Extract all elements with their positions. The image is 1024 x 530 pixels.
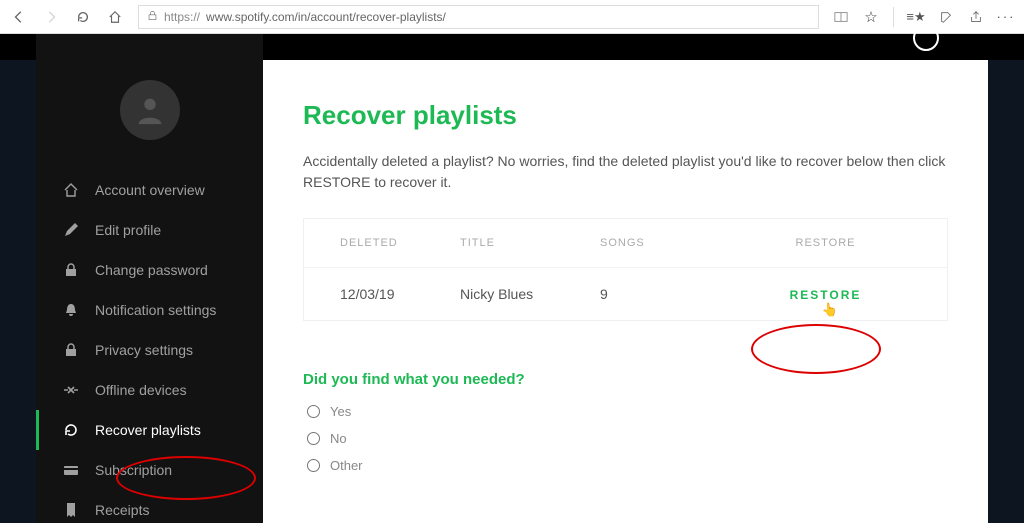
sidebar-item-edit-profile[interactable]: Edit profile [36, 210, 263, 250]
lock-icon [147, 10, 158, 24]
feedback-option-yes[interactable]: Yes [303, 404, 948, 419]
radio-yes[interactable] [307, 405, 320, 418]
pointer-cursor-icon: 👆 [821, 302, 839, 318]
profile-avatar[interactable] [120, 80, 180, 140]
col-songs: SONGS [600, 237, 740, 249]
sidebar-item-offline-devices[interactable]: Offline devices [36, 370, 263, 410]
bell-icon [63, 302, 79, 318]
home-icon [63, 182, 79, 198]
main-content: Recover playlists Accidentally deleted a… [263, 60, 988, 523]
sidebar-item-label: Edit profile [95, 222, 161, 238]
sidebar-item-subscription[interactable]: Subscription [36, 450, 263, 490]
sidebar-item-privacy-settings[interactable]: Privacy settings [36, 330, 263, 370]
sidebar-item-label: Offline devices [95, 382, 187, 398]
favorites-list-icon[interactable]: ≡★ [908, 9, 924, 25]
col-restore: RESTORE [740, 237, 911, 249]
page-title: Recover playlists [303, 100, 948, 131]
browser-chrome: https:// www.spotify.com/in/account/recov… [0, 0, 1024, 34]
sidebar-item-label: Privacy settings [95, 342, 193, 358]
sidebar-item-label: Subscription [95, 462, 172, 478]
sidebar-item-change-password[interactable]: Change password [36, 250, 263, 290]
feedback-option-other[interactable]: Other [303, 458, 948, 473]
table-header: DELETED TITLE SONGS RESTORE [304, 219, 947, 267]
sidebar-item-receipts[interactable]: Receipts [36, 490, 263, 530]
chrome-right-icons: ☆ ≡★ ··· [833, 7, 1014, 27]
cell-restore: RESTORE 👆 [740, 286, 911, 302]
lock-icon [63, 342, 79, 358]
notes-icon[interactable] [938, 9, 954, 25]
option-label: Yes [330, 404, 351, 419]
forward-button[interactable] [42, 8, 60, 26]
lock-icon [63, 262, 79, 278]
col-title: TITLE [460, 237, 600, 249]
sidebar-item-label: Recover playlists [95, 422, 201, 438]
sidebar-item-notification-settings[interactable]: Notification settings [36, 290, 263, 330]
col-deleted: DELETED [340, 237, 460, 249]
feedback-option-no[interactable]: No [303, 431, 948, 446]
sidebar-item-account-overview[interactable]: Account overview [36, 170, 263, 210]
share-icon[interactable] [968, 9, 984, 25]
sidebar-item-label: Notification settings [95, 302, 216, 318]
refresh-button[interactable] [74, 8, 92, 26]
table-row: 12/03/19 Nicky Blues 9 RESTORE 👆 [304, 267, 947, 320]
option-label: No [330, 431, 347, 446]
radio-other[interactable] [307, 459, 320, 472]
more-icon[interactable]: ··· [998, 9, 1014, 25]
recover-icon [63, 422, 79, 438]
playlists-table: DELETED TITLE SONGS RESTORE 12/03/19 Nic… [303, 218, 948, 321]
reading-view-icon[interactable] [833, 9, 849, 25]
card-icon [63, 462, 79, 478]
account-sidebar: Account overview Edit profile Change pas… [36, 34, 263, 523]
favorite-star-icon[interactable]: ☆ [863, 9, 879, 25]
home-button[interactable] [106, 8, 124, 26]
url-path: www.spotify.com/in/account/recover-playl… [206, 10, 446, 24]
pencil-icon [63, 222, 79, 238]
page-description: Accidentally deleted a playlist? No worr… [303, 151, 948, 193]
back-button[interactable] [10, 8, 28, 26]
sidebar-item-label: Account overview [95, 182, 205, 198]
feedback-question: Did you find what you needed? [303, 371, 948, 388]
restore-label: RESTORE [790, 288, 862, 302]
person-icon [133, 93, 167, 127]
sidebar-item-recover-playlists[interactable]: Recover playlists [36, 410, 263, 450]
url-protocol: https:// [164, 10, 200, 24]
restore-button[interactable]: RESTORE 👆 [790, 288, 862, 302]
address-bar[interactable]: https:// www.spotify.com/in/account/recov… [138, 5, 819, 29]
sidebar-item-label: Receipts [95, 502, 149, 518]
cell-title: Nicky Blues [460, 286, 600, 302]
page-viewport: Account overview Edit profile Change pas… [0, 34, 1024, 523]
option-label: Other [330, 458, 363, 473]
cell-deleted: 12/03/19 [340, 286, 460, 302]
radio-no[interactable] [307, 432, 320, 445]
offline-icon [63, 382, 79, 398]
feedback-section: Did you find what you needed? Yes No Oth… [303, 371, 948, 473]
cell-songs: 9 [600, 286, 740, 302]
sidebar-item-label: Change password [95, 262, 208, 278]
receipt-icon [63, 502, 79, 518]
